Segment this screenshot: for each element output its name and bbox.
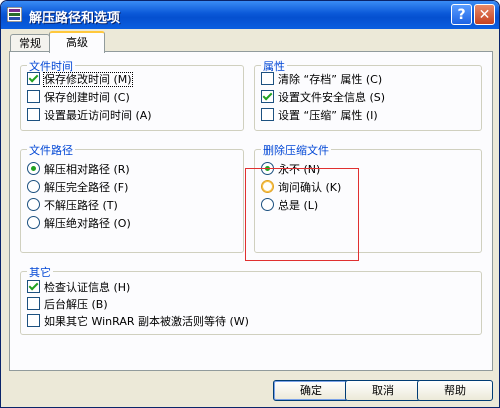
- extract-full-path-radio[interactable]: 解压完全路径 (F): [27, 180, 128, 196]
- radio-label: 不解压路径 (T): [44, 199, 118, 212]
- checkbox-label: 设置文件安全信息 (S): [278, 91, 386, 104]
- winrar-app-icon: [7, 7, 22, 22]
- title-bar[interactable]: 解压路径和选项 ? ✕: [1, 1, 499, 29]
- checkbox-box[interactable]: [261, 90, 274, 103]
- save-modify-time-checkbox[interactable]: 保存修改时间 (M): [27, 72, 133, 88]
- radio-circle[interactable]: [27, 162, 40, 175]
- background-extract-checkbox[interactable]: 后台解压 (B): [27, 297, 108, 313]
- help-button[interactable]: 帮助: [417, 380, 493, 401]
- checkbox-label: 检查认证信息 (H): [44, 281, 131, 294]
- help-title-button[interactable]: ?: [451, 4, 472, 25]
- checkbox-label: 保存修改时间 (M): [43, 72, 133, 87]
- dialog-client: 常规 高级 文件时间 保存修改时间 (M) 保存创建时间 (C) 设置最近访问时…: [5, 29, 495, 403]
- other-group: 其它 检查认证信息 (H) 后台解压 (B) 如果其它 WinRAR 副本被激活…: [20, 264, 482, 335]
- dialog-window: 解压路径和选项 ? ✕ 常规 高级 文件时间 保存修改时间 (M) 保存创建时间…: [0, 0, 500, 408]
- checkbox-label: 设置最近访问时间 (A): [44, 109, 152, 122]
- radio-circle[interactable]: [27, 180, 40, 193]
- set-compressed-attr-checkbox[interactable]: 设置 “压缩” 属性 (I): [261, 108, 378, 124]
- delete-archive-title: 删除压缩文件: [261, 142, 331, 158]
- set-access-time-checkbox[interactable]: 设置最近访问时间 (A): [27, 108, 152, 124]
- no-path-radio[interactable]: 不解压路径 (T): [27, 198, 118, 214]
- checkbox-box[interactable]: [27, 314, 40, 327]
- clear-archive-attr-checkbox[interactable]: 清除 “存档” 属性 (C): [261, 72, 382, 88]
- checkbox-box[interactable]: [27, 72, 40, 85]
- close-button[interactable]: ✕: [474, 4, 495, 25]
- checkbox-label: 后台解压 (B): [44, 298, 108, 311]
- checkbox-box[interactable]: [27, 108, 40, 121]
- checkbox-label: 保存创建时间 (C): [44, 91, 130, 104]
- checkbox-box[interactable]: [261, 72, 274, 85]
- window-title: 解压路径和选项: [29, 11, 121, 26]
- extract-relative-path-radio[interactable]: 解压相对路径 (R): [27, 162, 130, 178]
- checkbox-label: 如果其它 WinRAR 副本被激活则等待 (W): [44, 315, 249, 328]
- radio-circle[interactable]: [27, 216, 40, 229]
- ok-button[interactable]: 确定: [273, 380, 349, 401]
- checkbox-box[interactable]: [27, 280, 40, 293]
- attributes-group: 属性 清除 “存档” 属性 (C) 设置文件安全信息 (S) 设置 “压缩” 属…: [254, 58, 482, 131]
- file-paths-group: 文件路径 解压相对路径 (R) 解压完全路径 (F) 不解压路径 (T) 解压绝…: [20, 142, 244, 253]
- radio-label: 解压完全路径 (F): [44, 181, 129, 194]
- checkbox-label: 清除 “存档” 属性 (C): [278, 73, 383, 86]
- highlight-annotation-box: [245, 168, 359, 261]
- check-auth-info-checkbox[interactable]: 检查认证信息 (H): [27, 280, 130, 296]
- checkbox-box[interactable]: [27, 90, 40, 103]
- wait-other-copies-checkbox[interactable]: 如果其它 WinRAR 副本被激活则等待 (W): [27, 314, 249, 330]
- checkbox-box[interactable]: [27, 297, 40, 310]
- tab-general[interactable]: 常规: [10, 34, 50, 52]
- checkbox-box[interactable]: [261, 108, 274, 121]
- file-paths-title: 文件路径: [27, 142, 75, 158]
- radio-circle[interactable]: [27, 198, 40, 211]
- set-security-info-checkbox[interactable]: 设置文件安全信息 (S): [261, 90, 385, 106]
- save-create-time-checkbox[interactable]: 保存创建时间 (C): [27, 90, 130, 106]
- tab-advanced[interactable]: 高级: [49, 31, 105, 53]
- other-title: 其它: [27, 264, 53, 280]
- file-time-group: 文件时间 保存修改时间 (M) 保存创建时间 (C) 设置最近访问时间 (A): [20, 58, 244, 131]
- radio-label: 解压绝对路径 (O): [44, 217, 131, 230]
- extract-absolute-path-radio[interactable]: 解压绝对路径 (O): [27, 216, 131, 232]
- radio-label: 解压相对路径 (R): [44, 163, 130, 176]
- cancel-button[interactable]: 取消: [345, 380, 421, 401]
- checkbox-label: 设置 “压缩” 属性 (I): [278, 109, 378, 122]
